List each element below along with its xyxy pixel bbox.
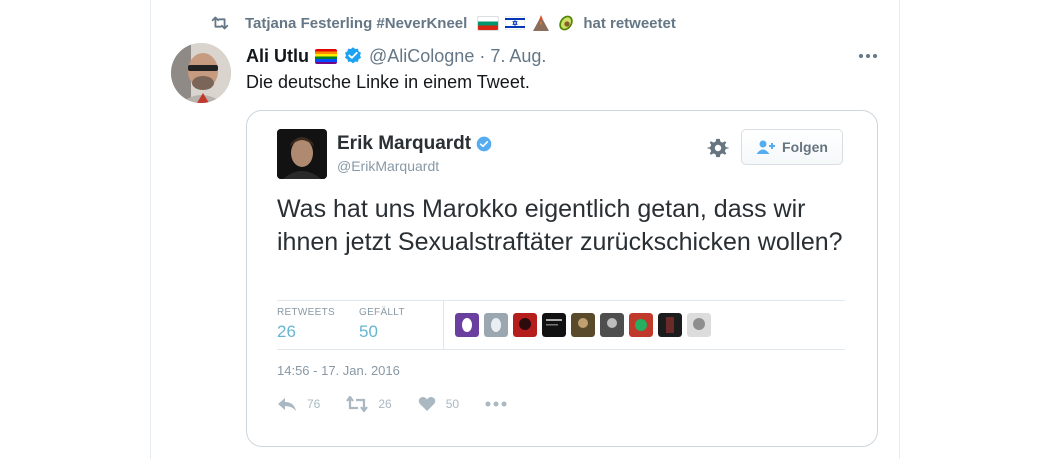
add-user-icon: [756, 140, 776, 154]
follow-button: Folgen: [741, 129, 843, 165]
retweet-icon: [211, 16, 229, 30]
stats-divider: [443, 301, 444, 349]
liker-avatar: [687, 313, 711, 337]
heart-icon: [418, 397, 436, 411]
engagement-stats: RETWEETS 26 GEFÄLLT 50: [277, 300, 845, 350]
more-options-icon[interactable]: [857, 46, 879, 66]
embedded-author-name: Erik Marquardt: [337, 133, 492, 155]
rainbow-flag-icon: [315, 48, 337, 64]
gear-icon: [707, 138, 729, 158]
retweet-context[interactable]: Tatjana Festerling #NeverKneel hat retwe…: [209, 12, 676, 34]
liker-avatar: [658, 313, 682, 337]
retweets-value: 26: [277, 322, 296, 341]
embedded-author-handle: @ErikMarquardt: [337, 158, 440, 174]
likes-stat: GEFÄLLT 50: [359, 307, 405, 342]
liker-avatar: [542, 313, 566, 337]
retweet-count: 26: [378, 397, 392, 411]
embedded-verified-icon: [476, 136, 492, 152]
embedded-author-avatar: [277, 129, 327, 179]
embedded-timestamp: 14:56 - 17. Jan. 2016: [277, 363, 400, 378]
liker-avatar: [484, 313, 508, 337]
retweet-icon: [346, 396, 369, 412]
author-avatar[interactable]: [171, 43, 231, 103]
follow-label: Folgen: [782, 139, 828, 155]
liker-avatar: [629, 313, 653, 337]
reply-count: 76: [307, 397, 321, 411]
like-action: 50: [418, 396, 459, 412]
embedded-author-name-text: Erik Marquardt: [337, 133, 472, 154]
embedded-tweet-text: Was hat uns Marokko eigentlich getan, da…: [277, 195, 843, 256]
like-count: 50: [445, 397, 460, 411]
author-handle-date[interactable]: @AliCologne · 7. Aug.: [369, 46, 546, 67]
liker-avatar: [600, 313, 624, 337]
tweet-text: Die deutsche Linke in einem Tweet.: [246, 72, 530, 92]
avocado-icon: [557, 14, 575, 32]
retweeter-name[interactable]: Tatjana Festerling #NeverKneel: [245, 15, 467, 32]
liker-avatars: [455, 313, 716, 337]
reply-action: 76: [277, 396, 320, 412]
embedded-tweet-screenshot[interactable]: Erik Marquardt @ErikMarquardt Folgen Was…: [246, 110, 878, 447]
reply-icon: [278, 398, 296, 411]
embedded-actions: 76 26 50: [277, 396, 543, 412]
bulgaria-flag-icon: [473, 15, 500, 31]
liker-avatar: [513, 313, 537, 337]
more-action: [485, 401, 517, 407]
retweets-label: RETWEETS: [277, 307, 335, 318]
liker-avatar: [455, 313, 479, 337]
retweet-action: 26: [346, 396, 392, 412]
tweet-header: Ali Utlu @AliCologne · 7. Aug.: [246, 43, 546, 69]
likes-label: GEFÄLLT: [359, 307, 405, 318]
verified-badge-icon: [345, 47, 361, 64]
likes-value: 50: [359, 322, 378, 341]
retweet-suffix: hat retweetet: [583, 14, 676, 32]
more-icon: [485, 401, 507, 407]
israel-flag-icon: [505, 16, 526, 30]
retweets-stat: RETWEETS 26: [277, 307, 335, 342]
volcano-icon: [531, 14, 551, 32]
liker-avatar: [571, 313, 595, 337]
author-name[interactable]: Ali Utlu: [246, 46, 309, 67]
